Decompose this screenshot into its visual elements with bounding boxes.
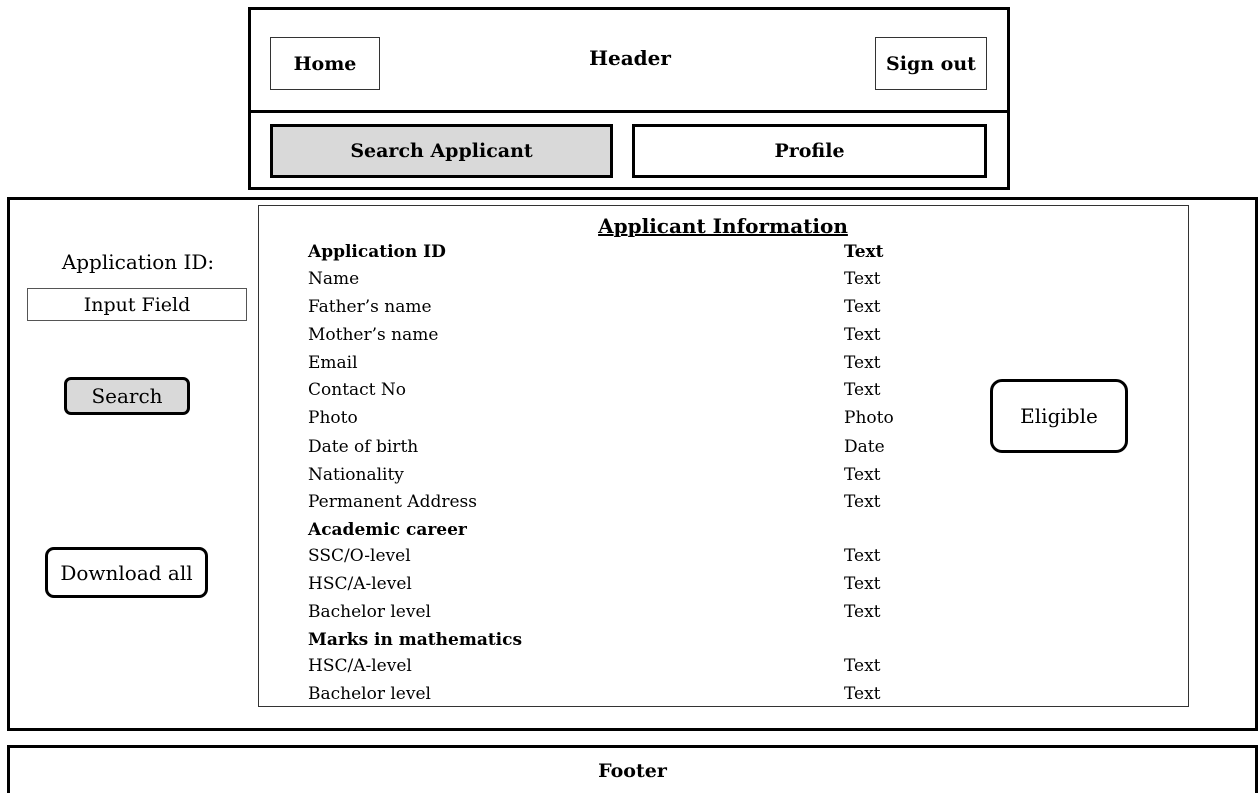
field-value: Text	[844, 465, 881, 485]
tab-search-applicant[interactable]: Search Applicant	[270, 124, 613, 178]
section-heading: Academic career	[308, 520, 467, 540]
field-value: Text	[844, 656, 881, 676]
field-value: Text	[844, 492, 881, 512]
field-label: Nationality	[308, 465, 404, 485]
field-value: Text	[844, 546, 881, 566]
section-heading: Marks in mathematics	[308, 630, 523, 650]
field-label: HSC/A-level	[308, 574, 412, 594]
field-label: Father’s name	[308, 297, 432, 317]
application-id-input[interactable]	[27, 288, 247, 321]
tab-profile[interactable]: Profile	[632, 124, 987, 178]
field-value: Text	[844, 684, 881, 704]
application-id-label: Application ID:	[61, 250, 215, 274]
field-label: Email	[308, 353, 358, 373]
home-button[interactable]: Home	[270, 37, 380, 90]
header-divider	[248, 110, 1010, 113]
field-label: Bachelor level	[308, 602, 431, 622]
field-value: Text	[844, 353, 881, 373]
field-label: HSC/A-level	[308, 656, 412, 676]
field-label: Name	[308, 269, 360, 289]
field-value: Text	[844, 297, 881, 317]
field-value: Text	[844, 574, 881, 594]
section-heading: Application ID	[308, 242, 446, 262]
field-label: SSC/O-level	[308, 546, 411, 566]
field-value: Text	[844, 602, 881, 622]
field-label: Photo	[308, 408, 358, 428]
field-label: Permanent Address	[308, 492, 477, 512]
header-title: Header	[589, 46, 671, 70]
field-value: Text	[844, 242, 884, 262]
field-label: Mother’s name	[308, 325, 439, 345]
field-value: Date	[844, 437, 885, 457]
applicant-info-title: Applicant Information	[598, 214, 848, 238]
field-value: Text	[844, 325, 881, 345]
field-label: Contact No	[308, 380, 407, 400]
search-button[interactable]: Search	[64, 377, 190, 415]
field-value: Text	[844, 269, 881, 289]
download-all-button[interactable]: Download all	[45, 547, 208, 598]
footer: Footer	[7, 745, 1258, 793]
field-value: Text	[844, 380, 881, 400]
field-label: Date of birth	[308, 437, 419, 457]
field-value: Photo	[844, 408, 894, 428]
field-label: Bachelor level	[308, 684, 431, 704]
sign-out-button[interactable]: Sign out	[875, 37, 987, 90]
eligible-button[interactable]: Eligible	[990, 379, 1128, 453]
